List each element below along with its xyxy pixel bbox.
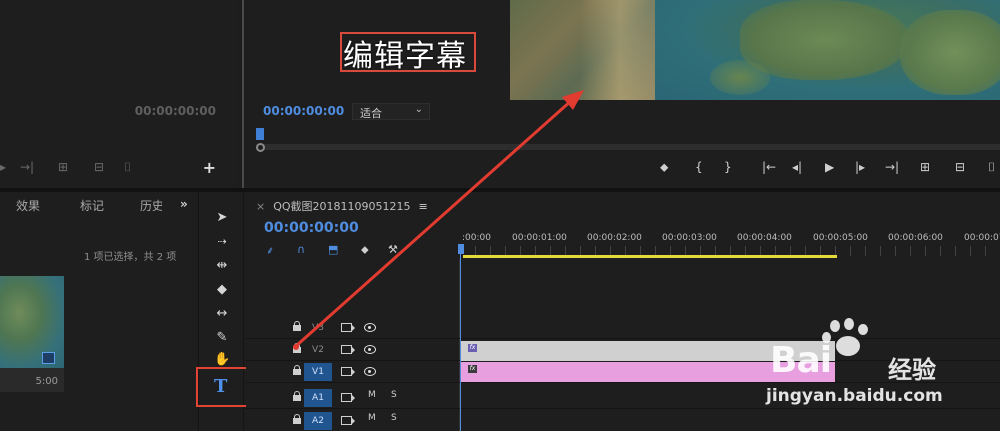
ruler-label: 00:00:03:00 — [662, 233, 717, 243]
lock-icon[interactable] — [293, 391, 301, 401]
track-name[interactable]: A2 — [304, 412, 332, 430]
selection-tool-icon[interactable]: ➤ — [214, 210, 230, 226]
track-name[interactable]: V1 — [304, 363, 332, 381]
watermark-brand: Bai — [770, 340, 832, 381]
clip-thumbnail[interactable]: 5:00 — [0, 276, 64, 392]
solo-button[interactable]: S — [391, 390, 397, 400]
lock-icon[interactable] — [293, 365, 301, 375]
eye-icon[interactable] — [364, 323, 376, 332]
watermark-url: jingyan.baidu.com — [766, 386, 943, 406]
slip-tool-icon[interactable]: ↔ — [214, 306, 230, 322]
hand-tool-icon[interactable]: ✋ — [214, 352, 230, 368]
sync-lock-icon[interactable] — [341, 323, 355, 332]
ruler-label: 00:00:07 — [964, 233, 1000, 243]
transport-controls: ⬥ { } |← ◂| ▶ |▸ →| ⊞ ⊟ ⌷ — [650, 160, 1000, 180]
tab-effects[interactable]: 效果 — [16, 197, 40, 214]
mark-in-icon[interactable]: { — [695, 160, 703, 174]
linked-selection-icon[interactable]: ⬒ — [328, 243, 338, 256]
program-scrub-bar[interactable] — [256, 126, 1000, 152]
fx-badge-icon: fx — [468, 344, 477, 352]
add-button[interactable]: + — [203, 158, 216, 177]
project-panel: 效果 标记 历史 » 1 项已选择，共 2 项 5:00 — [0, 192, 196, 431]
track-name[interactable]: A1 — [304, 389, 332, 407]
razor-tool-icon[interactable]: ◆ — [214, 282, 230, 298]
watermark-brand-tail: 经验 — [888, 356, 936, 384]
program-video-frame[interactable] — [510, 0, 1000, 100]
mark-out-icon[interactable]: } — [724, 160, 732, 174]
mute-button[interactable]: M — [368, 413, 376, 423]
menu-icon[interactable]: ≡ — [419, 200, 428, 213]
lock-icon[interactable] — [293, 343, 301, 353]
extract-icon[interactable]: ⊟ — [955, 160, 965, 174]
more-panels-icon[interactable]: » — [180, 197, 188, 211]
insert-icon[interactable]: ⊞ — [58, 160, 68, 174]
sequence-badge-icon — [42, 352, 55, 364]
fit-select[interactable]: 适合 ⌄ — [352, 103, 430, 120]
go-to-in-icon[interactable]: |← — [762, 160, 776, 174]
ruler-label: 00:00:04:00 — [737, 233, 792, 243]
lock-icon[interactable] — [293, 414, 301, 424]
overwrite-icon[interactable]: ⊟ — [94, 160, 104, 174]
track-select-tool-icon[interactable]: ⇢ — [214, 234, 230, 250]
tab-history[interactable]: 历史 — [140, 197, 162, 214]
play-icon[interactable]: ▶ — [825, 160, 834, 174]
ruler-label: 00:00:05:00 — [813, 233, 868, 243]
step-forward-icon[interactable]: |▸ — [855, 160, 865, 174]
ruler-label: 00:00:01:00 — [512, 233, 567, 243]
sync-lock-icon[interactable] — [341, 367, 355, 376]
add-marker-icon[interactable]: ⬥ — [361, 243, 369, 257]
pen-tool-icon[interactable]: ✎ — [214, 330, 230, 346]
track-name[interactable]: V2 — [304, 341, 332, 359]
timeline-playhead-line — [460, 250, 461, 431]
lock-icon[interactable] — [293, 321, 301, 331]
sync-lock-icon[interactable] — [341, 345, 355, 354]
tab-markers[interactable]: 标记 — [80, 197, 104, 214]
selection-info: 1 项已选择，共 2 项 — [84, 252, 177, 263]
snap-icon[interactable]: ∩ — [297, 243, 305, 256]
ruler-label: 00:00:02:00 — [587, 233, 642, 243]
eye-icon[interactable] — [364, 345, 376, 354]
sequence-tab[interactable]: × QQ截图20181109051215 ≡ — [256, 198, 428, 214]
caption-highlight-box — [340, 32, 476, 72]
chevron-down-icon: ⌄ — [414, 104, 423, 115]
ripple-edit-tool-icon[interactable]: ⇹ — [214, 258, 230, 274]
playhead-marker[interactable] — [256, 128, 264, 140]
sequence-name: QQ截图20181109051215 — [273, 200, 411, 213]
fit-select-value: 适合 — [360, 107, 382, 120]
camera-icon[interactable]: ⌷ — [988, 160, 995, 175]
eye-icon[interactable] — [364, 367, 376, 376]
timeline-playhead[interactable] — [458, 244, 464, 254]
step-back-icon[interactable]: ◂| — [792, 160, 802, 174]
prev-edit-icon[interactable]: ▸ — [0, 160, 6, 174]
fx-badge-icon: fx — [468, 365, 477, 373]
timeline-timecode[interactable]: 00:00:00:00 — [264, 220, 359, 236]
lift-icon[interactable]: ⊞ — [920, 160, 930, 174]
thumbnail-duration: 5:00 — [35, 376, 58, 387]
source-timecode[interactable]: 00:00:00:00 — [135, 104, 216, 118]
export-frame-icon[interactable]: ⌷ — [124, 160, 131, 175]
add-marker-icon[interactable]: ⬥ — [660, 160, 668, 175]
ruler-label: 00:00:06:00 — [888, 233, 943, 243]
ruler-label: :00:00 — [462, 233, 491, 243]
go-to-out-icon[interactable]: →| — [885, 160, 899, 174]
track-name[interactable]: V3 — [304, 319, 332, 337]
baidu-watermark: Bai 经验 jingyan.baidu.com — [764, 318, 1000, 418]
work-area-bar[interactable] — [463, 255, 837, 258]
solo-button[interactable]: S — [391, 413, 397, 423]
sync-lock-icon[interactable] — [341, 416, 355, 425]
mute-button[interactable]: M — [368, 390, 376, 400]
nest-icon[interactable]: ⸙ — [266, 243, 274, 258]
program-timecode[interactable]: 00:00:00:00 — [263, 104, 344, 118]
go-to-out-icon[interactable]: →| — [20, 160, 34, 174]
wrench-icon[interactable]: ⚒ — [388, 243, 398, 256]
zoom-knob[interactable] — [256, 143, 265, 152]
sync-lock-icon[interactable] — [341, 393, 355, 402]
source-controls: ▸ →| ⊞ ⊟ ⌷ + — [0, 158, 238, 184]
close-icon[interactable]: × — [256, 200, 265, 213]
